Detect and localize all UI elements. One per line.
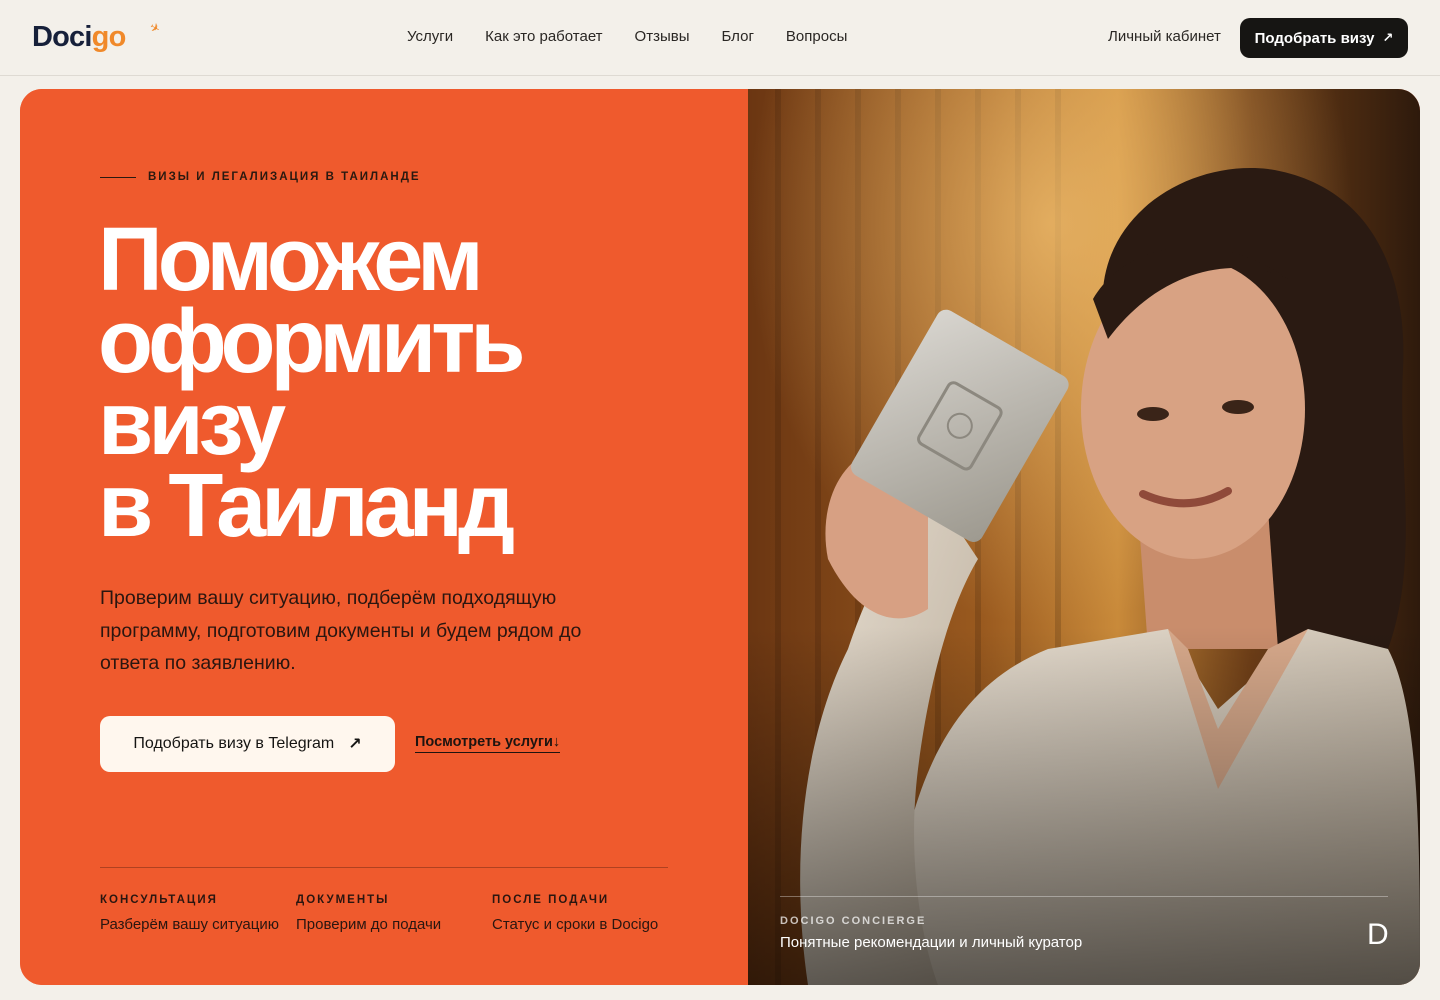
telegram-visa-button[interactable]: Подобрать визу в Telegram ↗ xyxy=(100,716,395,772)
hero-title-line: оформить xyxy=(98,292,526,392)
feature-consultation: КОНСУЛЬТАЦИЯ Разберём вашу ситуацию xyxy=(100,894,279,933)
arrow-up-right-icon: ↗ xyxy=(1382,30,1394,45)
site-header: Docigo ✈ Услуги Как это работает Отзывы … xyxy=(0,0,1440,76)
hero-eyebrow: ВИЗЫ И ЛЕГАЛИЗАЦИЯ В ТАИЛАНДЕ xyxy=(100,171,421,183)
hero-section: ВИЗЫ И ЛЕГАЛИЗАЦИЯ В ТАИЛАНДЕ Поможем оф… xyxy=(20,89,1420,985)
hero-lead: Проверим вашу ситуацию, подберём подходя… xyxy=(100,587,582,674)
hero-title-line: Поможем xyxy=(98,210,484,310)
eyebrow-text: ВИЗЫ И ЛЕГАЛИЗАЦИЯ В ТАИЛАНДЕ xyxy=(148,171,421,183)
main-nav: Услуги Как это работает Отзывы Блог Вопр… xyxy=(407,28,847,45)
select-visa-button[interactable]: Подобрать визу ↗ xyxy=(1240,18,1408,58)
logo-text: Docigo xyxy=(32,20,126,53)
hero-title-line: визу xyxy=(98,374,286,474)
features-divider xyxy=(100,867,668,868)
photo-caption-key: DOCIGO CONCIERGE xyxy=(780,915,927,927)
nav-item-how-it-works[interactable]: Как это работает xyxy=(485,28,602,45)
nav-item-blog[interactable]: Блог xyxy=(722,28,754,45)
personal-account-link[interactable]: Личный кабинет xyxy=(1108,28,1221,45)
feature-key: КОНСУЛЬТАЦИЯ xyxy=(100,894,218,906)
view-services-link[interactable]: Посмотреть услуги↓ xyxy=(415,734,561,753)
feature-after-submission: ПОСЛЕ ПОДАЧИ Статус и сроки в Docigo xyxy=(492,894,658,933)
select-visa-label: Подобрать визу xyxy=(1254,29,1375,47)
telegram-visa-label: Подобрать визу в Telegram xyxy=(133,735,335,752)
eyebrow-divider xyxy=(100,176,136,178)
plane-icon: ✈ xyxy=(147,19,163,37)
nav-item-services[interactable]: Услуги xyxy=(407,28,453,45)
arrow-up-right-icon: ↗ xyxy=(348,736,362,753)
docigo-d-badge: D xyxy=(1367,918,1389,951)
nav-item-faq[interactable]: Вопросы xyxy=(786,28,847,45)
feature-key: ДОКУМЕНТЫ xyxy=(296,894,390,906)
feature-value: Проверим до подачи xyxy=(296,916,442,933)
feature-documents: ДОКУМЕНТЫ Проверим до подачи xyxy=(296,894,441,933)
feature-value: Разберём вашу ситуацию xyxy=(100,916,279,933)
hero-photo-woman-with-passport xyxy=(748,89,1420,985)
hero-photo-panel: DOCIGO CONCIERGE Понятные рекомендации и… xyxy=(748,89,1420,985)
docigo-logo[interactable]: Docigo ✈ xyxy=(32,17,163,57)
feature-key: ПОСЛЕ ПОДАЧИ xyxy=(492,894,610,906)
photo-caption-value: Понятные рекомендации и личный куратор xyxy=(780,934,1083,951)
hero-title-line: в Таиланд xyxy=(98,456,515,556)
hero-title: Поможем оформить визу в Таиланд xyxy=(98,210,658,556)
nav-item-reviews[interactable]: Отзывы xyxy=(635,28,690,45)
hero-left-panel: ВИЗЫ И ЛЕГАЛИЗАЦИЯ В ТАИЛАНДЕ Поможем оф… xyxy=(20,89,748,985)
feature-value: Статус и сроки в Docigo xyxy=(492,916,659,933)
caption-divider xyxy=(780,896,1388,897)
